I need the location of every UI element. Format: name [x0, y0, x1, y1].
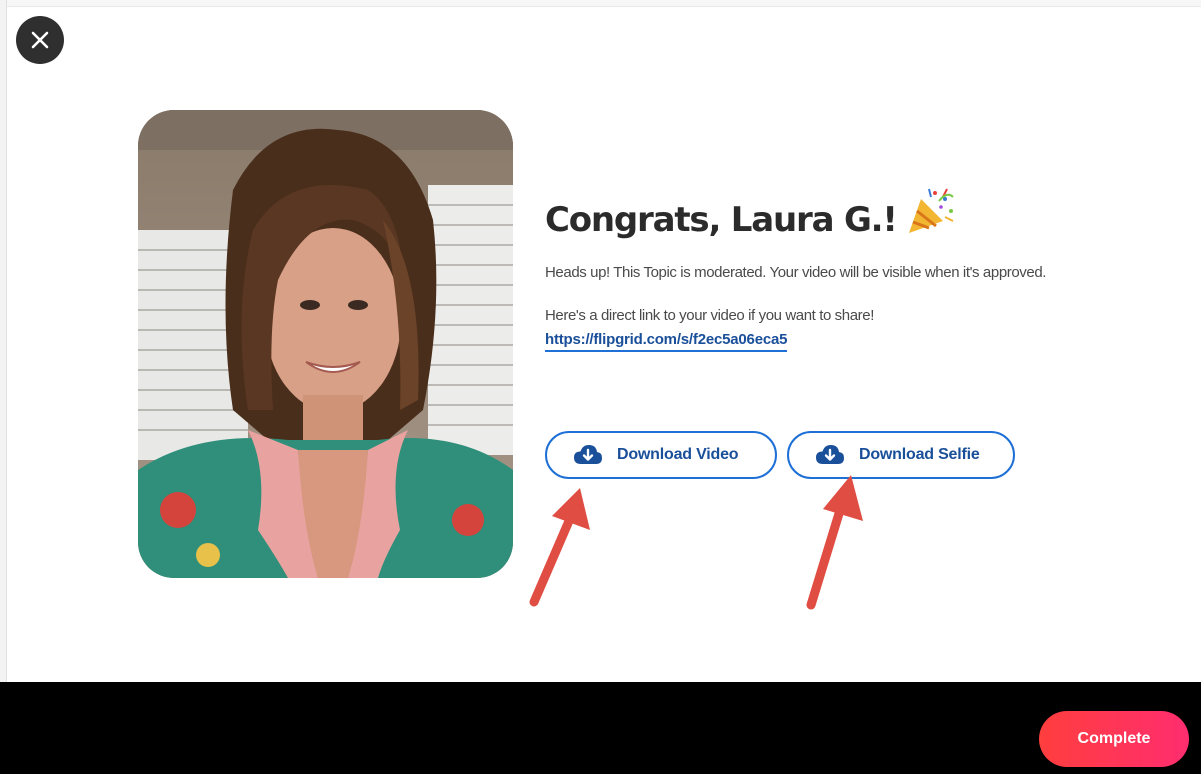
footer-bar — [0, 682, 1201, 774]
close-icon — [31, 31, 49, 49]
complete-button[interactable]: Complete — [1039, 711, 1189, 767]
moderation-notice: Heads up! This Topic is moderated. Your … — [545, 264, 1047, 281]
success-message: Congrats, Laura G.! Heads up! This Topic… — [545, 185, 1065, 352]
close-button[interactable] — [16, 16, 64, 64]
cloud-download-icon — [815, 444, 845, 466]
share-text: Here's a direct link to your video if yo… — [545, 307, 874, 324]
cloud-download-icon — [573, 444, 603, 466]
left-edge — [0, 0, 7, 682]
party-popper-icon — [905, 185, 957, 242]
annotation-arrow-selfie — [806, 475, 863, 610]
download-selfie-label: Download Selfie — [859, 446, 980, 463]
download-video-label: Download Video — [617, 446, 739, 463]
selfie-photo — [138, 110, 513, 578]
download-buttons: Download Video Download Selfie — [545, 431, 1015, 479]
download-video-button[interactable]: Download Video — [545, 431, 777, 479]
share-link[interactable]: https://flipgrid.com/s/f2ec5a06eca5 — [545, 331, 787, 352]
recording-complete-page: Congrats, Laura G.! Heads up! This Topic… — [0, 0, 1201, 774]
annotation-arrow-video — [529, 488, 590, 607]
top-edge — [0, 0, 1201, 7]
congrats-title: Congrats, Laura G.! — [545, 200, 898, 240]
title-row: Congrats, Laura G.! — [545, 185, 1065, 255]
